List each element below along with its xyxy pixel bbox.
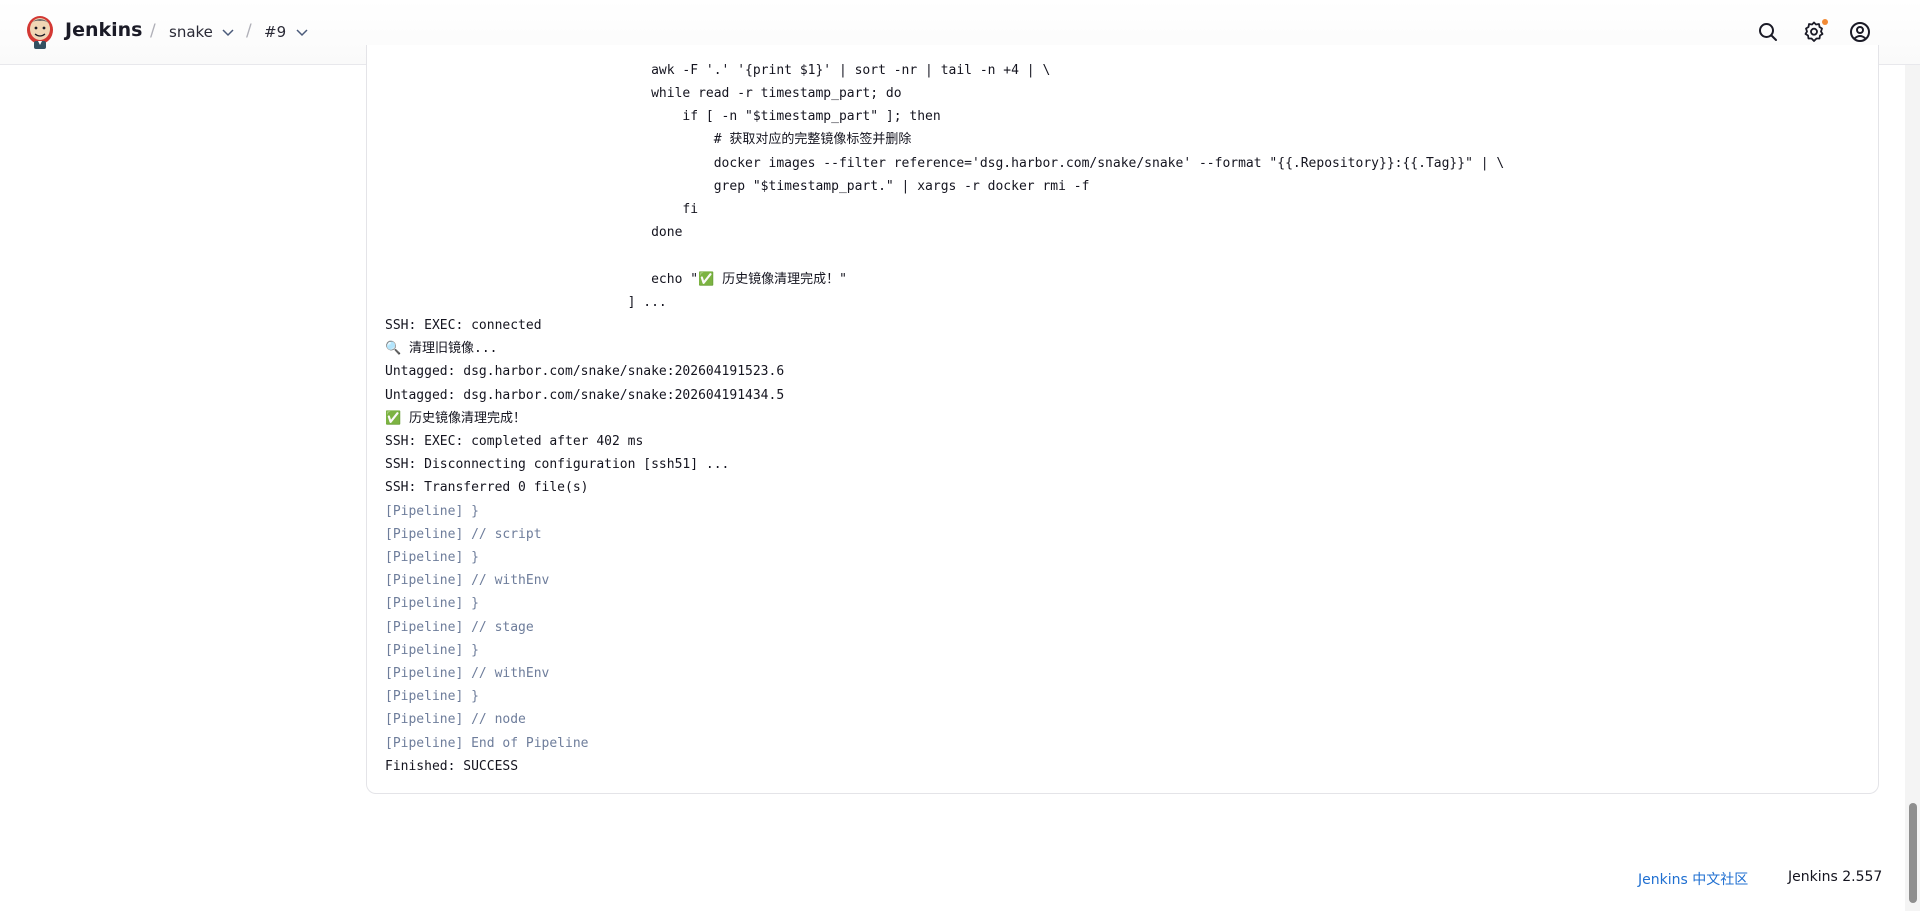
console-line: if [ -n "$timestamp_part" ]; then: [385, 109, 941, 124]
console-line: SSH: EXEC: connected: [385, 318, 542, 333]
console-line: docker images --filter reference='dsg.ha…: [385, 156, 1505, 171]
jenkins-logo-icon[interactable]: [25, 14, 55, 50]
breadcrumb-separator: /: [150, 21, 156, 41]
console-line: while read -r timestamp_part; do: [385, 86, 902, 101]
console-line: 🔍 清理旧镜像...: [385, 341, 498, 356]
console-line: done: [385, 225, 683, 240]
console-line: grep "$timestamp_part." | xargs -r docke…: [385, 179, 1090, 194]
breadcrumb-build-9[interactable]: #9: [264, 23, 286, 41]
breadcrumb-separator: /: [246, 21, 252, 41]
console-line: fi: [385, 202, 699, 217]
console-line: SSH: Transferred 0 file(s): [385, 480, 589, 495]
chevron-down-icon[interactable]: [220, 24, 236, 40]
console-line: SSH: EXEC: completed after 402 ms: [385, 434, 644, 449]
pipeline-log-line: [Pipeline] // script: [385, 527, 542, 542]
console-line: # 获取对应的完整镜像标签并删除: [385, 132, 912, 147]
pipeline-log-line: [Pipeline] }: [385, 504, 479, 519]
pipeline-log-line: [Pipeline] End of Pipeline: [385, 736, 589, 751]
console-line: ✅ 历史镜像清理完成！: [385, 411, 527, 426]
pipeline-log-line: [Pipeline] // withEnv: [385, 573, 550, 588]
console-line: ] ...: [385, 295, 667, 310]
console-output-panel: awk -F '.' '{print $1}' | sort -nr | tai…: [366, 45, 1879, 794]
community-link[interactable]: Jenkins 中文社区: [1638, 869, 1748, 889]
console-line: Untagged: dsg.harbor.com/snake/snake:202…: [385, 388, 785, 403]
search-icon[interactable]: [1756, 20, 1780, 44]
chevron-down-icon[interactable]: [294, 24, 310, 40]
notification-dot: [1822, 19, 1828, 25]
console-line: echo "✅ 历史镜像清理完成！": [385, 272, 847, 287]
console-line: Untagged: dsg.harbor.com/snake/snake:202…: [385, 364, 785, 379]
breadcrumb-job-snake[interactable]: snake: [169, 23, 213, 41]
pipeline-log-line: [Pipeline] }: [385, 550, 479, 565]
console-line: SSH: Disconnecting configuration [ssh51]…: [385, 457, 730, 472]
pipeline-log-line: [Pipeline] // node: [385, 712, 526, 727]
pipeline-log-line: [Pipeline] }: [385, 689, 479, 704]
pipeline-log-line: [Pipeline] }: [385, 643, 479, 658]
user-account-icon[interactable]: [1848, 20, 1872, 44]
pipeline-log-line: [Pipeline] }: [385, 596, 479, 611]
brand-name[interactable]: Jenkins: [65, 19, 142, 41]
page-scrollbar[interactable]: [1905, 65, 1920, 911]
pipeline-log-line: [Pipeline] // stage: [385, 620, 534, 635]
build-result-line: Finished: SUCCESS: [385, 759, 519, 774]
pipeline-log-line: [Pipeline] // withEnv: [385, 666, 550, 681]
console-line: awk -F '.' '{print $1}' | sort -nr | tai…: [385, 63, 1051, 78]
version-label[interactable]: Jenkins 2.557: [1788, 869, 1882, 885]
scrollbar-thumb[interactable]: [1909, 803, 1917, 903]
